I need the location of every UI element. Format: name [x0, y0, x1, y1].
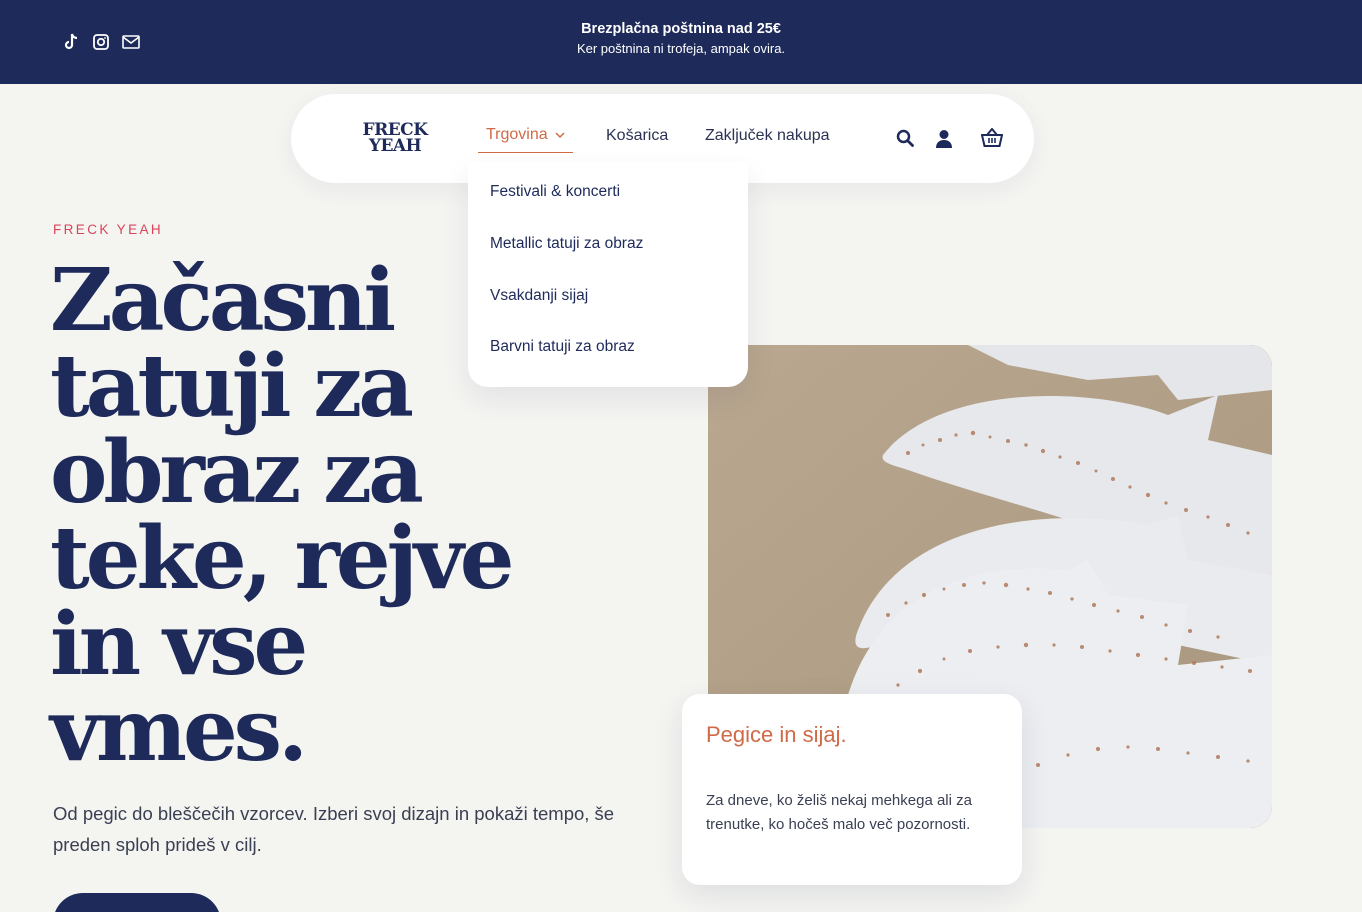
- hero-cta-button[interactable]: [53, 893, 221, 912]
- headline-line: in vse: [50, 594, 308, 695]
- nav-checkout[interactable]: Zaključek nakupa: [705, 127, 830, 145]
- feature-card[interactable]: Pegice in sijaj. Za dneve, ko želiš neka…: [682, 694, 1022, 885]
- chevron-down-icon: [555, 126, 565, 148]
- shipping-tagline: Ker poštnina ni trofeja, ampak ovira.: [576, 41, 786, 56]
- headline-line: vmes.: [50, 680, 308, 781]
- headline-line: teke, rejve: [50, 508, 514, 609]
- hero-eyebrow: FRECK YEAH: [53, 222, 164, 237]
- logo[interactable]: FRECK YEAH: [358, 122, 432, 156]
- search-icon[interactable]: [894, 127, 916, 149]
- logo-line-2: YEAH: [368, 136, 422, 156]
- nav-cart[interactable]: Košarica: [606, 127, 668, 145]
- announcement-bar: Brezplačna poštnina nad 25€ Ker poštnina…: [0, 0, 1362, 84]
- dropdown-item-color[interactable]: Barvni tatuji za obraz: [490, 338, 635, 356]
- free-shipping-text: Brezplačna poštnina nad 25€: [581, 21, 781, 37]
- dropdown-item-everyday[interactable]: Vsakdanji sijaj: [490, 287, 588, 305]
- headline-line: obraz za: [50, 422, 424, 523]
- dropdown-item-festivals[interactable]: Festivali & koncerti: [490, 183, 620, 201]
- announcement-text: Brezplačna poštnina nad 25€ Ker poštnina…: [0, 19, 1362, 59]
- nav-shop[interactable]: Trgovina: [478, 126, 573, 153]
- user-icon[interactable]: [933, 127, 955, 149]
- basket-icon[interactable]: [981, 127, 1003, 149]
- dropdown-item-metallic[interactable]: Metallic tatuji za obraz: [490, 235, 643, 253]
- shop-dropdown: Festivali & koncerti Metallic tatuji za …: [468, 162, 748, 387]
- hero-subtext: Od pegic do bleščečih vzorcev. Izberi sv…: [53, 803, 615, 855]
- nav-shop-label: Trgovina: [486, 126, 548, 143]
- card-title: Pegice in sijaj.: [706, 722, 847, 747]
- card-text: Za dneve, ko želiš nekaj mehkega ali za …: [706, 792, 972, 833]
